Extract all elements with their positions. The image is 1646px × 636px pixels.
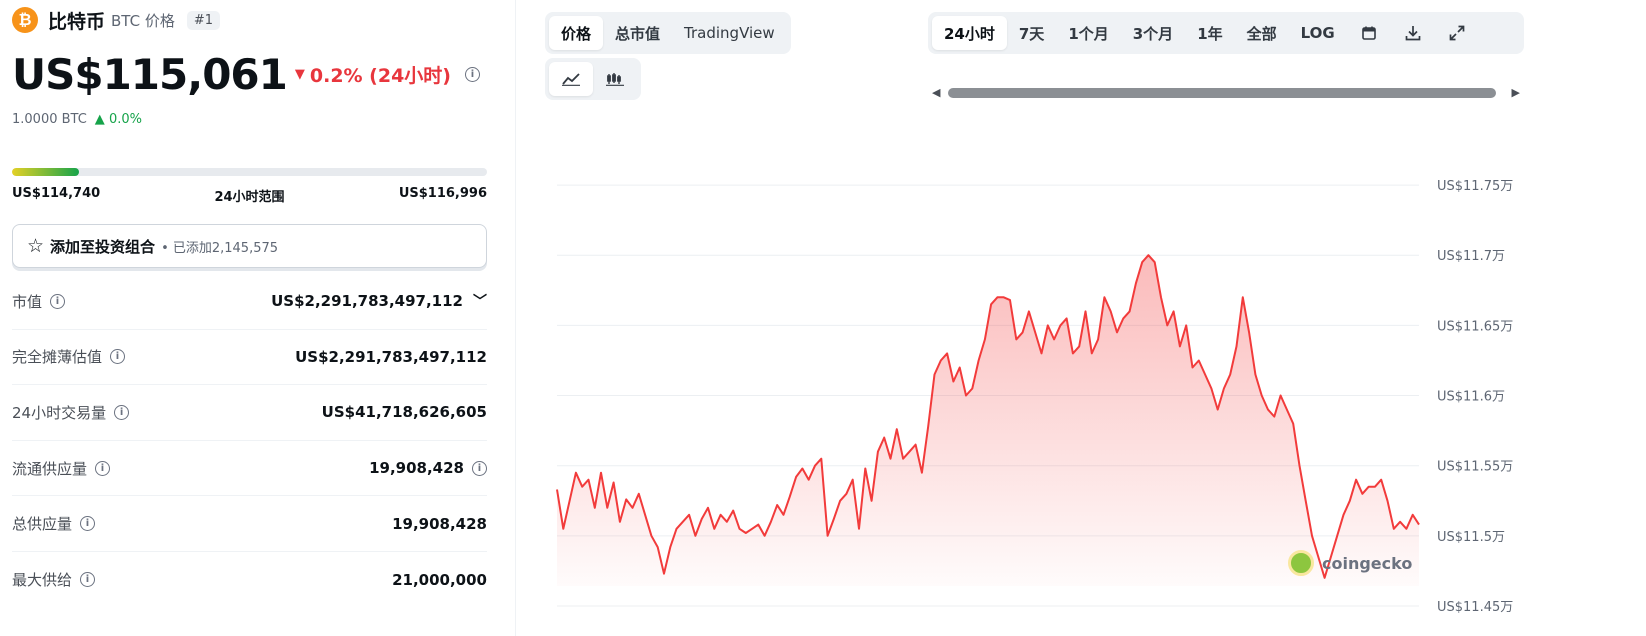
chart-type-tabs: 价格 总市值 TradingView — [545, 12, 791, 54]
stat-row-max-supply: 最大供给 i 21,000,000 — [12, 552, 487, 608]
btc-conversion-row: 1.0000 BTC ▲ 0.0% — [12, 112, 142, 127]
tab-price[interactable]: 价格 — [549, 16, 604, 50]
range-bar-fill — [12, 168, 79, 176]
btc-amount: 1.0000 BTC — [12, 112, 87, 127]
stat-value: US$2,291,783,497,112 — [295, 347, 487, 366]
up-triangle-icon: ▲ — [94, 112, 105, 127]
coin-info-panel: ₿ 比特币 BTC 价格 #1 US$115,061 ▼ 0.2% (24小时)… — [0, 0, 520, 636]
info-icon[interactable]: i — [465, 67, 480, 82]
chart-style-tabs — [545, 58, 641, 100]
bitcoin-logo-icon: ₿ — [12, 7, 38, 33]
line-chart-icon[interactable] — [549, 62, 593, 96]
y-tick-label: US$11.55万 — [1437, 460, 1513, 475]
tab-24h[interactable]: 24小时 — [932, 16, 1007, 50]
tab-7d[interactable]: 7天 — [1007, 16, 1056, 50]
stat-value: US$41,718,626,605 — [321, 403, 487, 422]
stats-list: 市值 i US$2,291,783,497,112 ﹀ 完全摊薄估值 i US$2,2… — [12, 274, 487, 608]
stat-value: US$2,291,783,497,112 — [271, 292, 463, 311]
coingecko-watermark: coingecko — [1288, 550, 1412, 576]
price-change-24h: ▼ 0.2% (24小时) — [295, 61, 451, 88]
stat-row-total-supply: 总供应量 i 19,908,428 — [12, 496, 487, 552]
current-price: US$115,061 — [12, 50, 288, 99]
watermark-text: coingecko — [1322, 553, 1413, 573]
y-tick-label: US$11.5万 — [1437, 530, 1505, 545]
stat-label: 市值 — [12, 292, 43, 311]
portfolio-label: 添加至投资组合 — [50, 237, 156, 256]
tab-market-cap[interactable]: 总市值 — [603, 16, 672, 50]
panel-divider — [515, 0, 516, 636]
tab-3m[interactable]: 3个月 — [1121, 16, 1185, 50]
tab-1y[interactable]: 1年 — [1185, 16, 1234, 50]
stat-label: 最大供给 — [12, 571, 73, 590]
y-tick-label: US$11.6万 — [1437, 390, 1505, 405]
time-range-tabs: 24小时 7天 1个月 3个月 1年 全部 LOG — [928, 12, 1524, 54]
info-icon[interactable]: i — [110, 349, 126, 365]
scroll-right-icon[interactable]: ▶ — [1512, 86, 1520, 99]
info-icon[interactable]: i — [114, 404, 130, 420]
add-to-portfolio-button[interactable]: ☆ 添加至投资组合 • 已添加2,145,575 — [12, 224, 487, 268]
btc-change-value: 0.0% — [108, 112, 142, 127]
range-labels: US$114,740 24小时范围 US$116,996 — [12, 186, 487, 205]
coin-name: 比特币 — [48, 10, 106, 33]
price-row: US$115,061 ▼ 0.2% (24小时) i — [12, 50, 480, 99]
stat-value: 19,908,428 — [369, 459, 464, 478]
range-bar-24h — [12, 168, 487, 176]
stat-row-volume: 24小时交易量 i US$41,718,626,605 — [12, 385, 487, 441]
price-change-value: 0.2% (24小时) — [309, 65, 451, 87]
info-icon[interactable]: i — [80, 516, 96, 532]
tab-all[interactable]: 全部 — [1235, 16, 1289, 50]
y-tick-label: US$11.65万 — [1437, 319, 1513, 334]
stat-label: 流通供应量 — [12, 459, 88, 478]
portfolio-added-count: • 已添加2,145,575 — [161, 240, 279, 256]
info-icon[interactable]: i — [50, 293, 66, 309]
y-tick-label: US$11.75万 — [1437, 179, 1513, 194]
coin-symbol-label: BTC 价格 — [111, 11, 175, 30]
range-label: 24小时范围 — [214, 190, 285, 205]
stat-value: 19,908,428 — [392, 514, 487, 533]
stat-row-fdv: 完全摊薄估值 i US$2,291,783,497,112 — [12, 330, 487, 386]
info-icon[interactable]: i — [95, 460, 111, 476]
tab-log[interactable]: LOG — [1289, 16, 1347, 50]
chart-range-scrollbar[interactable]: ◀ ▶ — [930, 84, 1522, 102]
calendar-icon[interactable] — [1347, 16, 1391, 50]
down-triangle-icon: ▼ — [294, 67, 305, 82]
stat-row-market-cap[interactable]: 市值 i US$2,291,783,497,112 ﹀ — [12, 274, 487, 330]
scrollbar-thumb[interactable] — [948, 88, 1496, 98]
range-high: US$116,996 — [398, 186, 487, 201]
info-icon[interactable]: i — [80, 572, 96, 588]
scroll-left-icon[interactable]: ◀ — [932, 86, 940, 99]
coin-title-row: ₿ 比特币 BTC 价格 #1 — [12, 6, 221, 34]
candlestick-icon[interactable] — [593, 62, 637, 96]
range-low: US$114,740 — [12, 186, 101, 201]
stat-label: 总供应量 — [12, 515, 73, 534]
y-tick-label: US$11.7万 — [1437, 249, 1505, 264]
stat-value: 21,000,000 — [392, 570, 487, 589]
y-tick-label: US$11.45万 — [1437, 600, 1513, 615]
rank-badge: #1 — [186, 10, 221, 30]
tab-1m[interactable]: 1个月 — [1056, 16, 1120, 50]
tab-tradingview[interactable]: TradingView — [672, 16, 787, 50]
download-icon[interactable] — [1391, 16, 1435, 50]
coingecko-logo-icon — [1288, 550, 1314, 576]
btc-change: ▲ 0.0% — [95, 112, 142, 127]
price-area-fill — [557, 255, 1419, 586]
star-icon: ☆ — [27, 235, 45, 257]
stat-label: 24小时交易量 — [12, 403, 107, 422]
stat-label: 完全摊薄估值 — [12, 348, 103, 367]
chevron-down-icon[interactable]: ﹀ — [473, 291, 487, 311]
expand-icon[interactable] — [1435, 16, 1479, 50]
info-icon[interactable]: i — [472, 460, 487, 476]
stat-row-circulating-supply: 流通供应量 i 19,908,428 i — [12, 441, 487, 497]
